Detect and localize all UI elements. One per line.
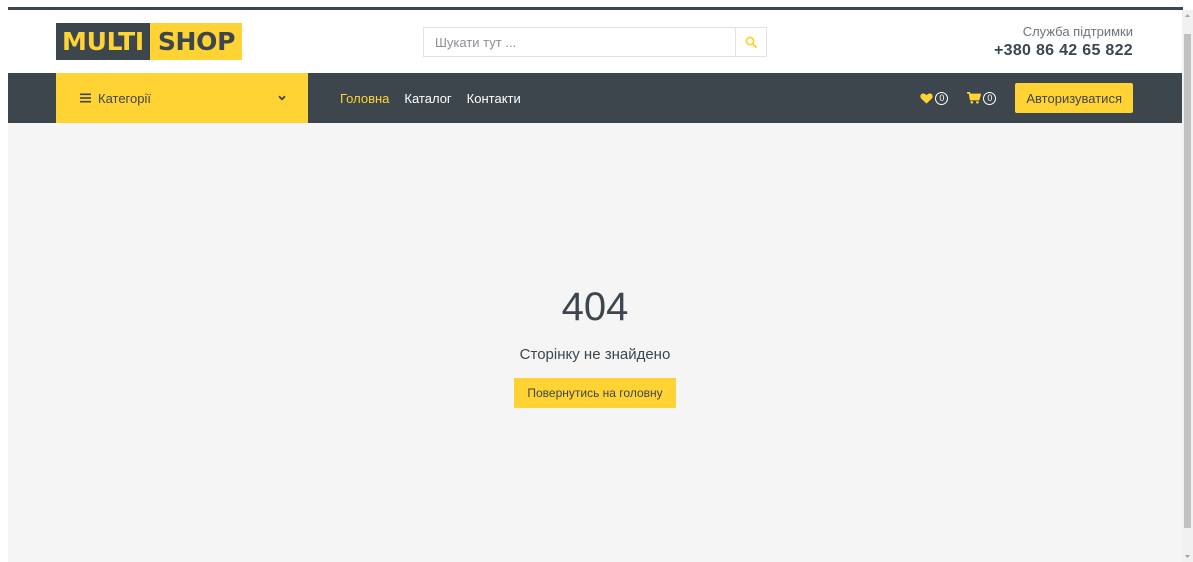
scroll-thumb[interactable] — [1184, 34, 1191, 528]
error-code: 404 — [561, 285, 629, 329]
wishlist-button[interactable]: 0 — [920, 91, 949, 105]
search-button[interactable] — [735, 28, 766, 56]
nav-links: Головна Каталог Контакти — [340, 73, 536, 123]
menu-icon — [80, 93, 91, 103]
scroll-up-arrow[interactable] — [1182, 10, 1193, 21]
scrollbar[interactable] — [1182, 10, 1193, 562]
wishlist-count: 0 — [935, 91, 949, 105]
categories-dropdown[interactable]: Категорії — [56, 73, 308, 123]
logo-part-shop: SHOP — [149, 23, 243, 60]
main-content: 404 Сторінку не знайдено Повернутись на … — [8, 123, 1182, 562]
search-input[interactable] — [424, 28, 735, 56]
logo-part-multi: MULTI — [56, 23, 150, 60]
nav-actions: 0 0 Авторизуватися — [920, 73, 1133, 123]
support-info: Служба підтримки +380 86 42 65 822 — [994, 24, 1133, 62]
nav-link-home[interactable]: Головна — [340, 91, 389, 106]
back-home-button[interactable]: Повернутись на головну — [514, 378, 676, 408]
search-form — [423, 27, 767, 57]
nav-link-contacts[interactable]: Контакти — [467, 91, 521, 106]
categories-left: Категорії — [80, 91, 151, 106]
logo[interactable]: MULTI SHOP — [56, 23, 243, 60]
support-label: Служба підтримки — [1022, 24, 1133, 39]
scroll-down-arrow[interactable] — [1182, 551, 1193, 562]
cart-count: 0 — [983, 91, 997, 105]
scroll-down-icon — [1185, 555, 1190, 558]
cart-icon — [967, 92, 982, 104]
heart-icon — [920, 92, 934, 104]
support-phone[interactable]: +380 86 42 65 822 — [994, 40, 1133, 62]
chevron-down-icon — [278, 95, 286, 101]
site-header: MULTI SHOP Служба підтримки +380 86 42 6… — [8, 10, 1182, 73]
navbar: Категорії Головна Каталог Контакти 0 0 А… — [8, 73, 1182, 123]
scroll-up-icon — [1185, 14, 1190, 17]
login-button[interactable]: Авторизуватися — [1015, 83, 1133, 113]
nav-link-catalog[interactable]: Каталог — [404, 91, 451, 106]
search-icon — [745, 36, 757, 48]
error-message: Сторінку не знайдено — [519, 346, 671, 363]
categories-label: Категорії — [98, 90, 151, 106]
cart-button[interactable]: 0 — [967, 91, 997, 105]
page: MULTI SHOP Служба підтримки +380 86 42 6… — [8, 10, 1182, 562]
